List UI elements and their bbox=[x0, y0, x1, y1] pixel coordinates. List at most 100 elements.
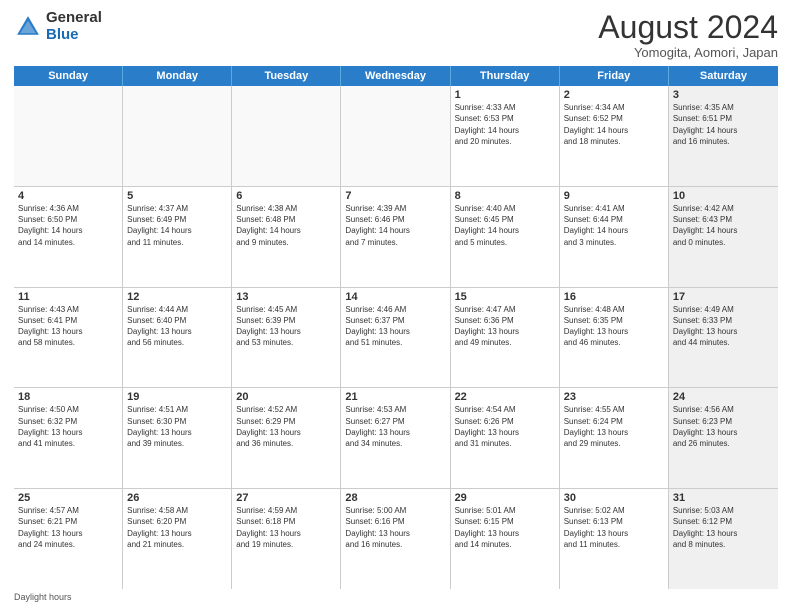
day-number: 20 bbox=[236, 391, 336, 403]
day-cell-18: 18Sunrise: 4:50 AM Sunset: 6:32 PM Dayli… bbox=[14, 388, 123, 488]
logo-icon bbox=[14, 13, 42, 41]
day-header-wednesday: Wednesday bbox=[341, 66, 450, 86]
day-number: 12 bbox=[127, 291, 227, 303]
empty-cell bbox=[123, 86, 232, 186]
day-cell-16: 16Sunrise: 4:48 AM Sunset: 6:35 PM Dayli… bbox=[560, 288, 669, 388]
day-number: 22 bbox=[455, 391, 555, 403]
day-cell-8: 8Sunrise: 4:40 AM Sunset: 6:45 PM Daylig… bbox=[451, 187, 560, 287]
day-cell-27: 27Sunrise: 4:59 AM Sunset: 6:18 PM Dayli… bbox=[232, 489, 341, 589]
day-number: 3 bbox=[673, 89, 774, 101]
day-cell-17: 17Sunrise: 4:49 AM Sunset: 6:33 PM Dayli… bbox=[669, 288, 778, 388]
day-number: 21 bbox=[345, 391, 445, 403]
day-info: Sunrise: 5:01 AM Sunset: 6:15 PM Dayligh… bbox=[455, 505, 555, 550]
day-cell-19: 19Sunrise: 4:51 AM Sunset: 6:30 PM Dayli… bbox=[123, 388, 232, 488]
day-cell-21: 21Sunrise: 4:53 AM Sunset: 6:27 PM Dayli… bbox=[341, 388, 450, 488]
day-number: 13 bbox=[236, 291, 336, 303]
day-cell-1: 1Sunrise: 4:33 AM Sunset: 6:53 PM Daylig… bbox=[451, 86, 560, 186]
day-header-sunday: Sunday bbox=[14, 66, 123, 86]
day-info: Sunrise: 5:02 AM Sunset: 6:13 PM Dayligh… bbox=[564, 505, 664, 550]
day-info: Sunrise: 4:37 AM Sunset: 6:49 PM Dayligh… bbox=[127, 203, 227, 248]
day-number: 15 bbox=[455, 291, 555, 303]
calendar-row-4: 18Sunrise: 4:50 AM Sunset: 6:32 PM Dayli… bbox=[14, 388, 778, 489]
logo: General Blue bbox=[14, 10, 102, 43]
day-cell-24: 24Sunrise: 4:56 AM Sunset: 6:23 PM Dayli… bbox=[669, 388, 778, 488]
day-info: Sunrise: 4:59 AM Sunset: 6:18 PM Dayligh… bbox=[236, 505, 336, 550]
calendar-row-5: 25Sunrise: 4:57 AM Sunset: 6:21 PM Dayli… bbox=[14, 489, 778, 589]
day-number: 14 bbox=[345, 291, 445, 303]
day-info: Sunrise: 4:52 AM Sunset: 6:29 PM Dayligh… bbox=[236, 404, 336, 449]
day-cell-28: 28Sunrise: 5:00 AM Sunset: 6:16 PM Dayli… bbox=[341, 489, 450, 589]
day-cell-25: 25Sunrise: 4:57 AM Sunset: 6:21 PM Dayli… bbox=[14, 489, 123, 589]
logo-general: General bbox=[46, 9, 102, 26]
day-header-tuesday: Tuesday bbox=[232, 66, 341, 86]
day-cell-6: 6Sunrise: 4:38 AM Sunset: 6:48 PM Daylig… bbox=[232, 187, 341, 287]
day-number: 27 bbox=[236, 492, 336, 504]
day-number: 5 bbox=[127, 190, 227, 202]
day-info: Sunrise: 4:56 AM Sunset: 6:23 PM Dayligh… bbox=[673, 404, 774, 449]
logo-blue: Blue bbox=[46, 26, 79, 43]
empty-cell bbox=[14, 86, 123, 186]
day-cell-3: 3Sunrise: 4:35 AM Sunset: 6:51 PM Daylig… bbox=[669, 86, 778, 186]
day-number: 23 bbox=[564, 391, 664, 403]
day-info: Sunrise: 4:41 AM Sunset: 6:44 PM Dayligh… bbox=[564, 203, 664, 248]
day-number: 26 bbox=[127, 492, 227, 504]
day-info: Sunrise: 4:51 AM Sunset: 6:30 PM Dayligh… bbox=[127, 404, 227, 449]
day-number: 16 bbox=[564, 291, 664, 303]
footer-note: Daylight hours bbox=[14, 589, 778, 602]
day-info: Sunrise: 4:35 AM Sunset: 6:51 PM Dayligh… bbox=[673, 102, 774, 147]
day-number: 1 bbox=[455, 89, 555, 101]
day-cell-2: 2Sunrise: 4:34 AM Sunset: 6:52 PM Daylig… bbox=[560, 86, 669, 186]
day-number: 4 bbox=[18, 190, 118, 202]
empty-cell bbox=[232, 86, 341, 186]
day-cell-12: 12Sunrise: 4:44 AM Sunset: 6:40 PM Dayli… bbox=[123, 288, 232, 388]
day-info: Sunrise: 4:45 AM Sunset: 6:39 PM Dayligh… bbox=[236, 304, 336, 349]
calendar-body: 1Sunrise: 4:33 AM Sunset: 6:53 PM Daylig… bbox=[14, 86, 778, 589]
day-info: Sunrise: 4:50 AM Sunset: 6:32 PM Dayligh… bbox=[18, 404, 118, 449]
day-cell-11: 11Sunrise: 4:43 AM Sunset: 6:41 PM Dayli… bbox=[14, 288, 123, 388]
day-info: Sunrise: 4:57 AM Sunset: 6:21 PM Dayligh… bbox=[18, 505, 118, 550]
month-year: August 2024 bbox=[598, 10, 778, 45]
day-info: Sunrise: 4:48 AM Sunset: 6:35 PM Dayligh… bbox=[564, 304, 664, 349]
day-cell-30: 30Sunrise: 5:02 AM Sunset: 6:13 PM Dayli… bbox=[560, 489, 669, 589]
day-info: Sunrise: 5:00 AM Sunset: 6:16 PM Dayligh… bbox=[345, 505, 445, 550]
page: General Blue August 2024 Yomogita, Aomor… bbox=[0, 0, 792, 612]
day-cell-4: 4Sunrise: 4:36 AM Sunset: 6:50 PM Daylig… bbox=[14, 187, 123, 287]
day-cell-10: 10Sunrise: 4:42 AM Sunset: 6:43 PM Dayli… bbox=[669, 187, 778, 287]
day-header-monday: Monday bbox=[123, 66, 232, 86]
logo-text: General Blue bbox=[46, 10, 102, 43]
day-number: 29 bbox=[455, 492, 555, 504]
empty-cell bbox=[341, 86, 450, 186]
day-number: 19 bbox=[127, 391, 227, 403]
day-number: 18 bbox=[18, 391, 118, 403]
day-info: Sunrise: 4:44 AM Sunset: 6:40 PM Dayligh… bbox=[127, 304, 227, 349]
day-cell-15: 15Sunrise: 4:47 AM Sunset: 6:36 PM Dayli… bbox=[451, 288, 560, 388]
day-info: Sunrise: 4:33 AM Sunset: 6:53 PM Dayligh… bbox=[455, 102, 555, 147]
day-info: Sunrise: 4:46 AM Sunset: 6:37 PM Dayligh… bbox=[345, 304, 445, 349]
day-info: Sunrise: 4:42 AM Sunset: 6:43 PM Dayligh… bbox=[673, 203, 774, 248]
day-info: Sunrise: 4:34 AM Sunset: 6:52 PM Dayligh… bbox=[564, 102, 664, 147]
day-number: 30 bbox=[564, 492, 664, 504]
day-number: 2 bbox=[564, 89, 664, 101]
day-info: Sunrise: 4:39 AM Sunset: 6:46 PM Dayligh… bbox=[345, 203, 445, 248]
day-info: Sunrise: 4:47 AM Sunset: 6:36 PM Dayligh… bbox=[455, 304, 555, 349]
day-info: Sunrise: 5:03 AM Sunset: 6:12 PM Dayligh… bbox=[673, 505, 774, 550]
day-info: Sunrise: 4:55 AM Sunset: 6:24 PM Dayligh… bbox=[564, 404, 664, 449]
calendar: SundayMondayTuesdayWednesdayThursdayFrid… bbox=[14, 66, 778, 589]
day-info: Sunrise: 4:53 AM Sunset: 6:27 PM Dayligh… bbox=[345, 404, 445, 449]
day-info: Sunrise: 4:58 AM Sunset: 6:20 PM Dayligh… bbox=[127, 505, 227, 550]
day-cell-31: 31Sunrise: 5:03 AM Sunset: 6:12 PM Dayli… bbox=[669, 489, 778, 589]
day-number: 9 bbox=[564, 190, 664, 202]
day-cell-5: 5Sunrise: 4:37 AM Sunset: 6:49 PM Daylig… bbox=[123, 187, 232, 287]
day-info: Sunrise: 4:43 AM Sunset: 6:41 PM Dayligh… bbox=[18, 304, 118, 349]
calendar-header: SundayMondayTuesdayWednesdayThursdayFrid… bbox=[14, 66, 778, 86]
day-number: 17 bbox=[673, 291, 774, 303]
day-header-saturday: Saturday bbox=[669, 66, 778, 86]
day-number: 31 bbox=[673, 492, 774, 504]
calendar-row-3: 11Sunrise: 4:43 AM Sunset: 6:41 PM Dayli… bbox=[14, 288, 778, 389]
header: General Blue August 2024 Yomogita, Aomor… bbox=[14, 10, 778, 60]
day-cell-13: 13Sunrise: 4:45 AM Sunset: 6:39 PM Dayli… bbox=[232, 288, 341, 388]
day-number: 11 bbox=[18, 291, 118, 303]
day-info: Sunrise: 4:36 AM Sunset: 6:50 PM Dayligh… bbox=[18, 203, 118, 248]
day-number: 6 bbox=[236, 190, 336, 202]
day-cell-29: 29Sunrise: 5:01 AM Sunset: 6:15 PM Dayli… bbox=[451, 489, 560, 589]
